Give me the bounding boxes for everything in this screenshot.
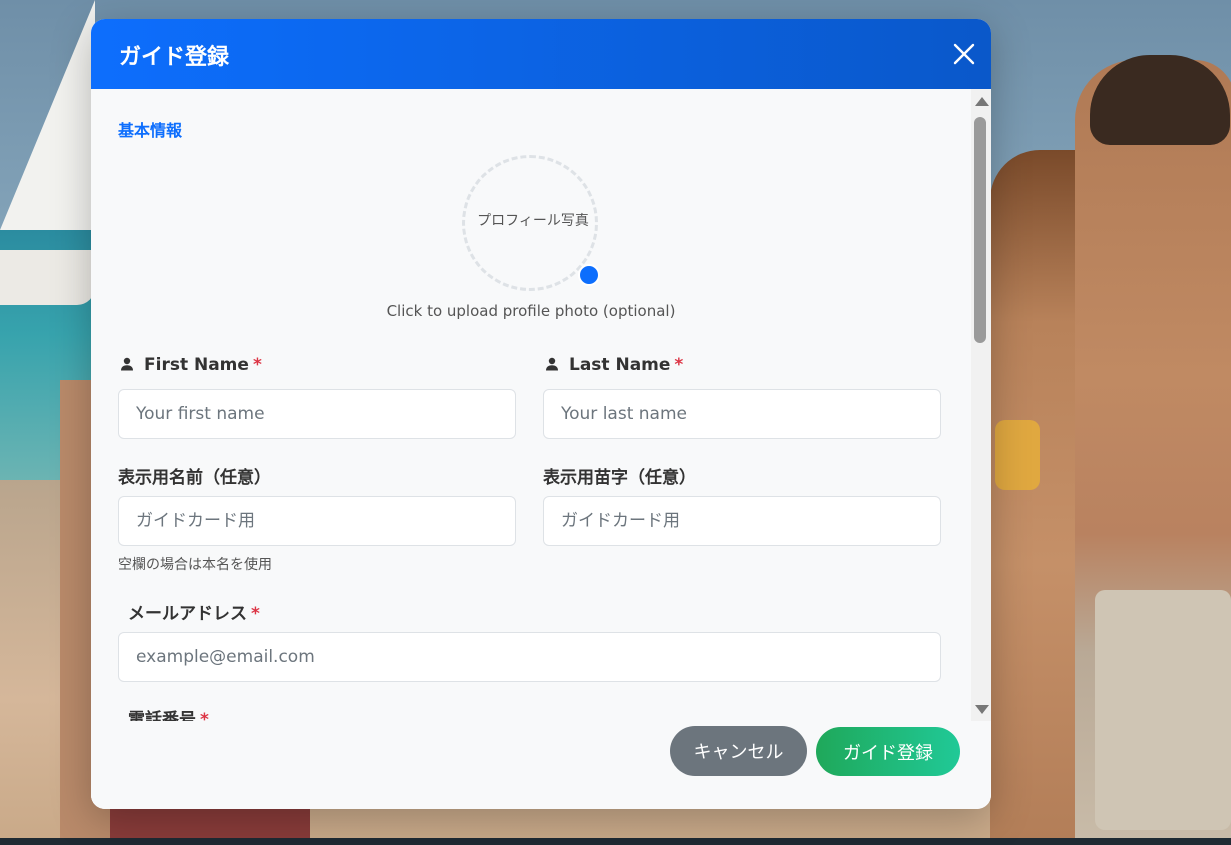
register-guide-button[interactable]: ガイド登録 (816, 727, 960, 776)
display-last-name-label: 表示用苗字（任意） (543, 468, 696, 488)
email-label: メールアドレス * (128, 604, 260, 624)
profile-photo-hint: Click to upload profile photo (optional) (386, 302, 676, 320)
modal-scrollbar[interactable] (971, 89, 991, 721)
scrollbar-thumb[interactable] (974, 117, 986, 343)
email-input[interactable] (118, 632, 941, 682)
modal-header: ガイド登録 (91, 19, 991, 89)
close-icon[interactable] (951, 41, 977, 67)
guide-registration-modal: ガイド登録 基本情報 プロフィール写真 Click to upload prof… (91, 19, 991, 809)
person-icon (120, 356, 134, 371)
scroll-up-arrow-icon[interactable] (975, 97, 989, 106)
display-first-name-input[interactable] (118, 496, 516, 546)
cancel-button[interactable]: キャンセル (670, 726, 807, 776)
display-name-help-text: 空欄の場合は本名を使用 (118, 557, 272, 573)
last-name-label: Last Name * (545, 355, 683, 375)
scroll-down-arrow-icon[interactable] (975, 705, 989, 714)
last-name-input[interactable] (543, 389, 941, 439)
display-first-name-label: 表示用名前（任意） (118, 468, 271, 488)
modal-footer: キャンセル ガイド登録 (91, 721, 991, 809)
section-title-basic-info: 基本情報 (118, 121, 183, 140)
display-last-name-input[interactable] (543, 496, 941, 546)
modal-title: ガイド登録 (119, 45, 230, 70)
first-name-input[interactable] (118, 389, 516, 439)
person-icon (545, 356, 559, 371)
modal-body: 基本情報 プロフィール写真 Click to upload profile ph… (91, 89, 971, 809)
first-name-label: First Name * (120, 355, 262, 375)
upload-indicator-icon (578, 264, 600, 286)
profile-photo-label: プロフィール写真 (477, 213, 589, 229)
